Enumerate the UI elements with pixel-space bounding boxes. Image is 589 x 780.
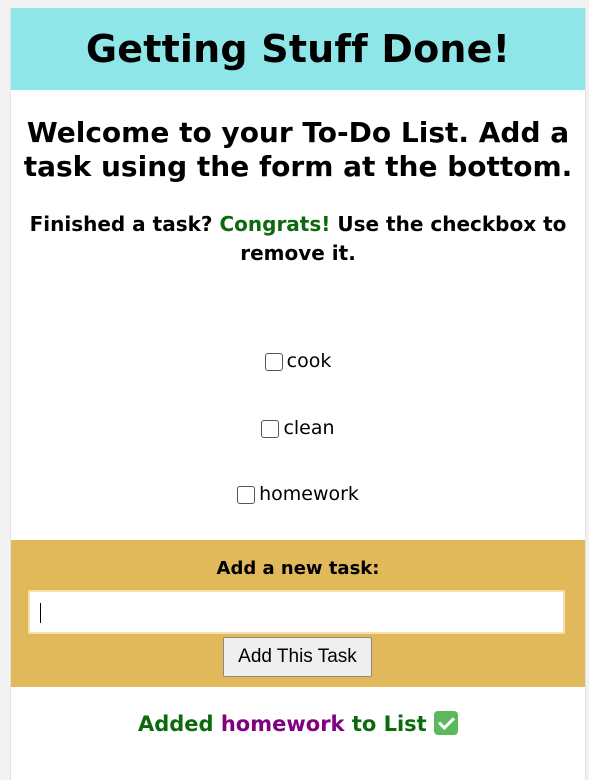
task-label: homework (259, 483, 359, 505)
instructions: Finished a task? Congrats! Use the check… (19, 210, 577, 268)
task-checkbox[interactable] (237, 486, 256, 504)
task-item[interactable]: homework (11, 483, 585, 505)
task-label: cook (286, 350, 332, 372)
check-mark-icon (434, 711, 459, 735)
page-title: Getting Stuff Done! (85, 27, 511, 71)
add-task-button[interactable]: Add This Task (223, 637, 372, 677)
task-item[interactable]: clean (11, 417, 585, 439)
task-checkbox[interactable] (261, 420, 280, 438)
task-checkbox[interactable] (264, 353, 283, 371)
app-frame: Getting Stuff Done! Welcome to your To-D… (10, 8, 586, 780)
new-task-input[interactable] (28, 590, 565, 634)
text-caret (40, 603, 41, 623)
new-task-label: Add a new task: (216, 558, 380, 579)
status-prefix: Added (137, 712, 214, 736)
welcome-message: Welcome to your To-Do List. Add a task u… (23, 116, 573, 183)
header: Getting Stuff Done! (11, 8, 585, 90)
status-suffix: to List (351, 712, 427, 736)
task-label: clean (283, 417, 335, 439)
status-item: homework (220, 712, 345, 736)
hint-text-before: Finished a task? (29, 212, 213, 236)
add-task-form: Add a new task: Add This Task (11, 540, 585, 687)
status-message: Added homework to List (11, 711, 585, 736)
task-item[interactable]: cook (11, 350, 585, 372)
congrats-text: Congrats! (219, 212, 331, 236)
